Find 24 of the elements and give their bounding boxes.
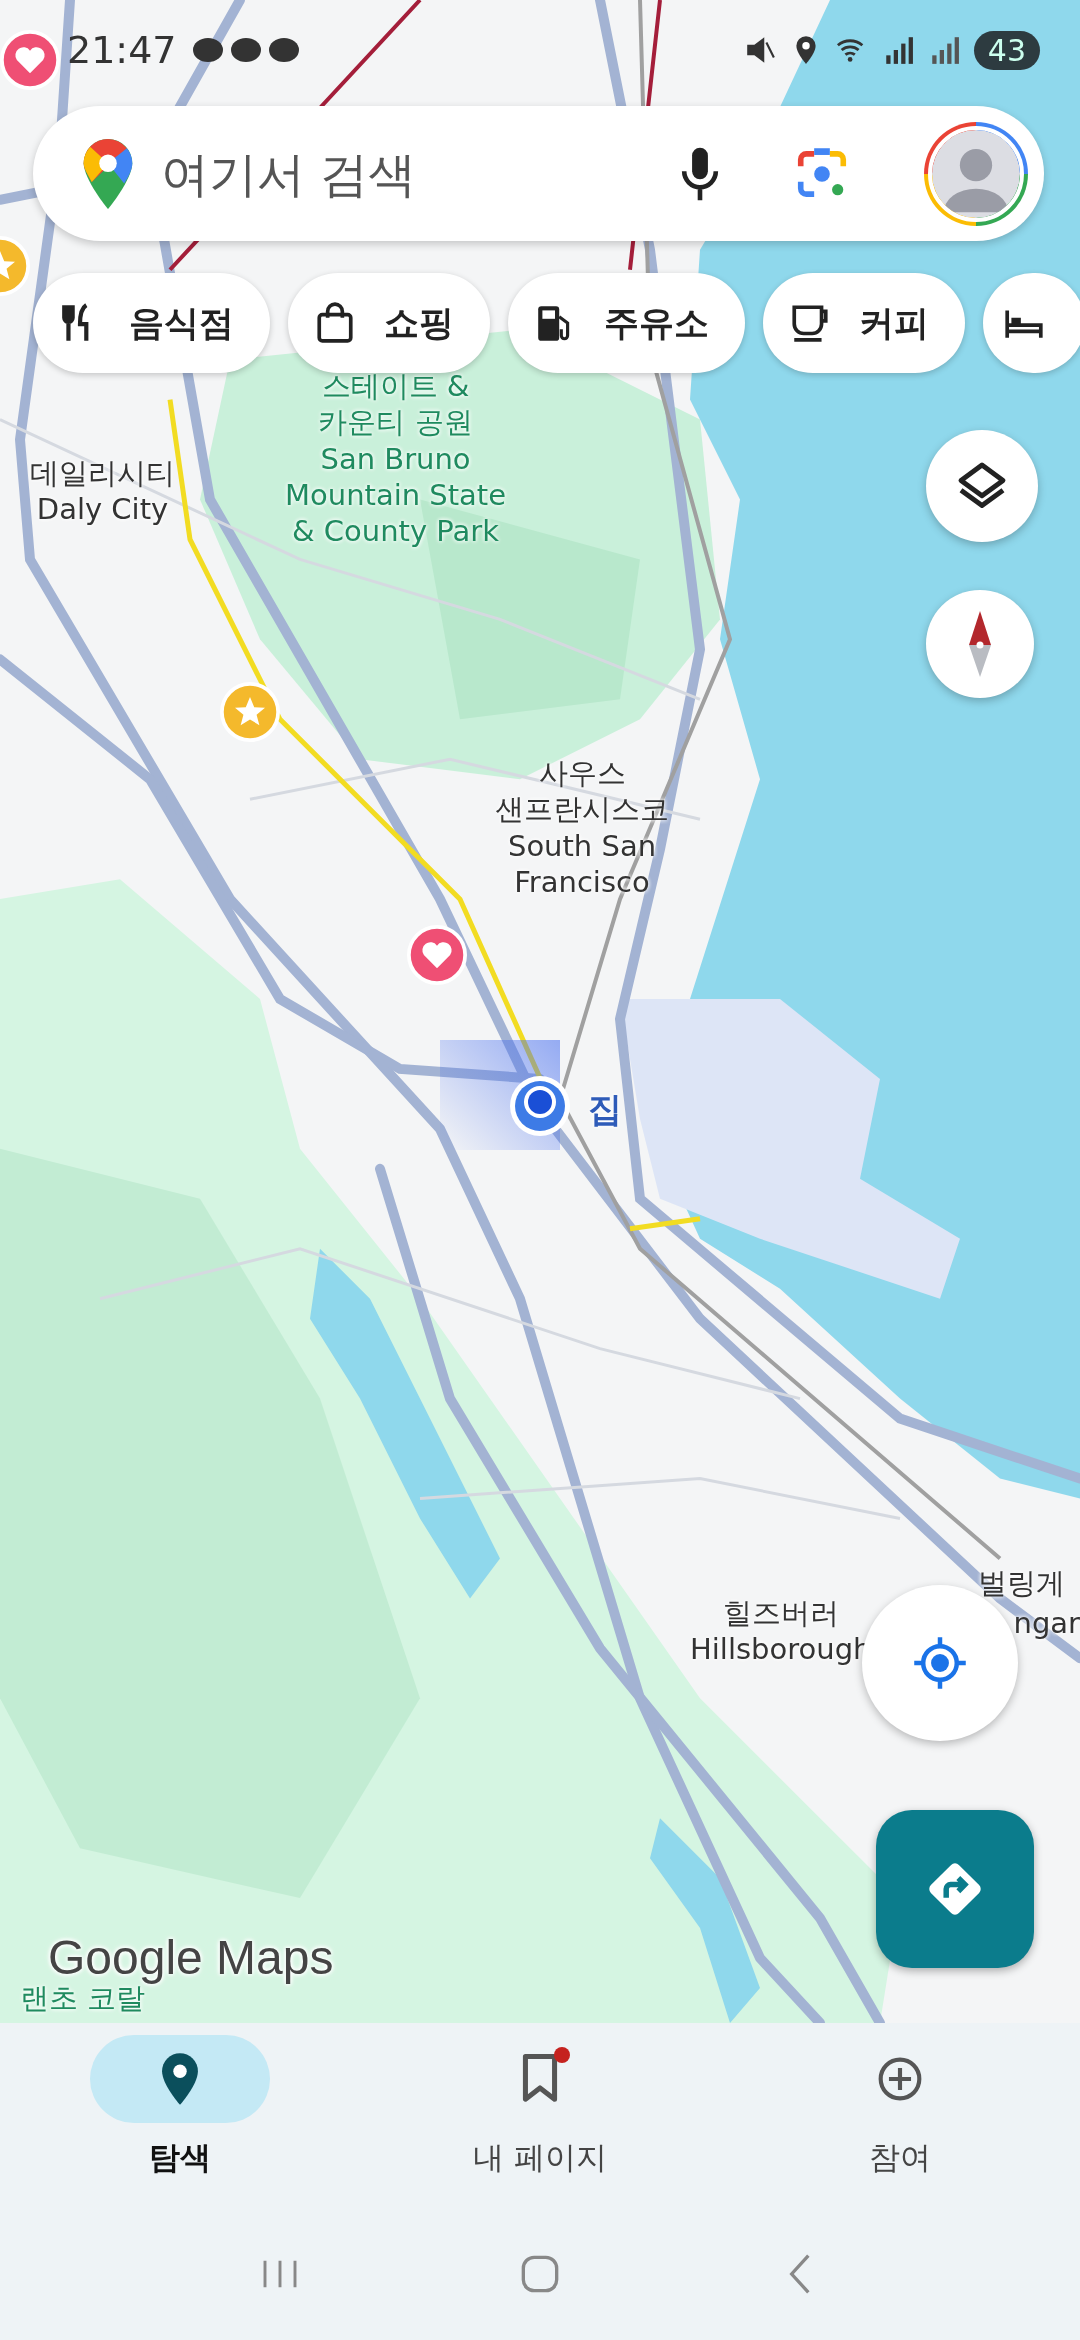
place-label: 벌링게: [978, 1565, 1065, 1602]
location-dot-icon: [508, 1074, 572, 1138]
nav-tab[interactable]: 내 페이지: [420, 2035, 660, 2179]
category-chip[interactable]: 쇼핑: [288, 273, 490, 373]
star-pin-icon[interactable]: [220, 682, 280, 742]
heart-pin-icon[interactable]: [0, 30, 60, 90]
nav-tab[interactable]: 참여: [780, 2035, 1020, 2179]
category-chip[interactable]: 음식점: [33, 273, 270, 373]
crosshair-icon: [912, 1635, 968, 1691]
place-label: ngar: [1013, 1605, 1080, 1642]
google-maps-logo: Google Maps: [48, 1930, 334, 1985]
place-label: 사우스 샌프란시스코 South San Francisco: [495, 755, 669, 900]
shopping-bag-icon: [314, 302, 356, 344]
coffee-cup-icon: [789, 302, 831, 344]
directions-button[interactable]: [876, 1810, 1034, 1968]
category-chip[interactable]: 커피: [763, 273, 965, 373]
category-chip[interactable]: 주유소: [508, 273, 745, 373]
home-label: 집: [588, 1088, 622, 1131]
place-label: 데일리시티 Daly City: [30, 455, 175, 528]
search-input[interactable]: 여기서 검색: [159, 144, 656, 203]
status-time: 21:47: [67, 28, 177, 72]
place-label: 힐즈버러 Hillsborough: [690, 1595, 872, 1668]
heart-pin-icon[interactable]: [407, 925, 467, 985]
nav-tab[interactable]: 탐색: [60, 2035, 300, 2179]
